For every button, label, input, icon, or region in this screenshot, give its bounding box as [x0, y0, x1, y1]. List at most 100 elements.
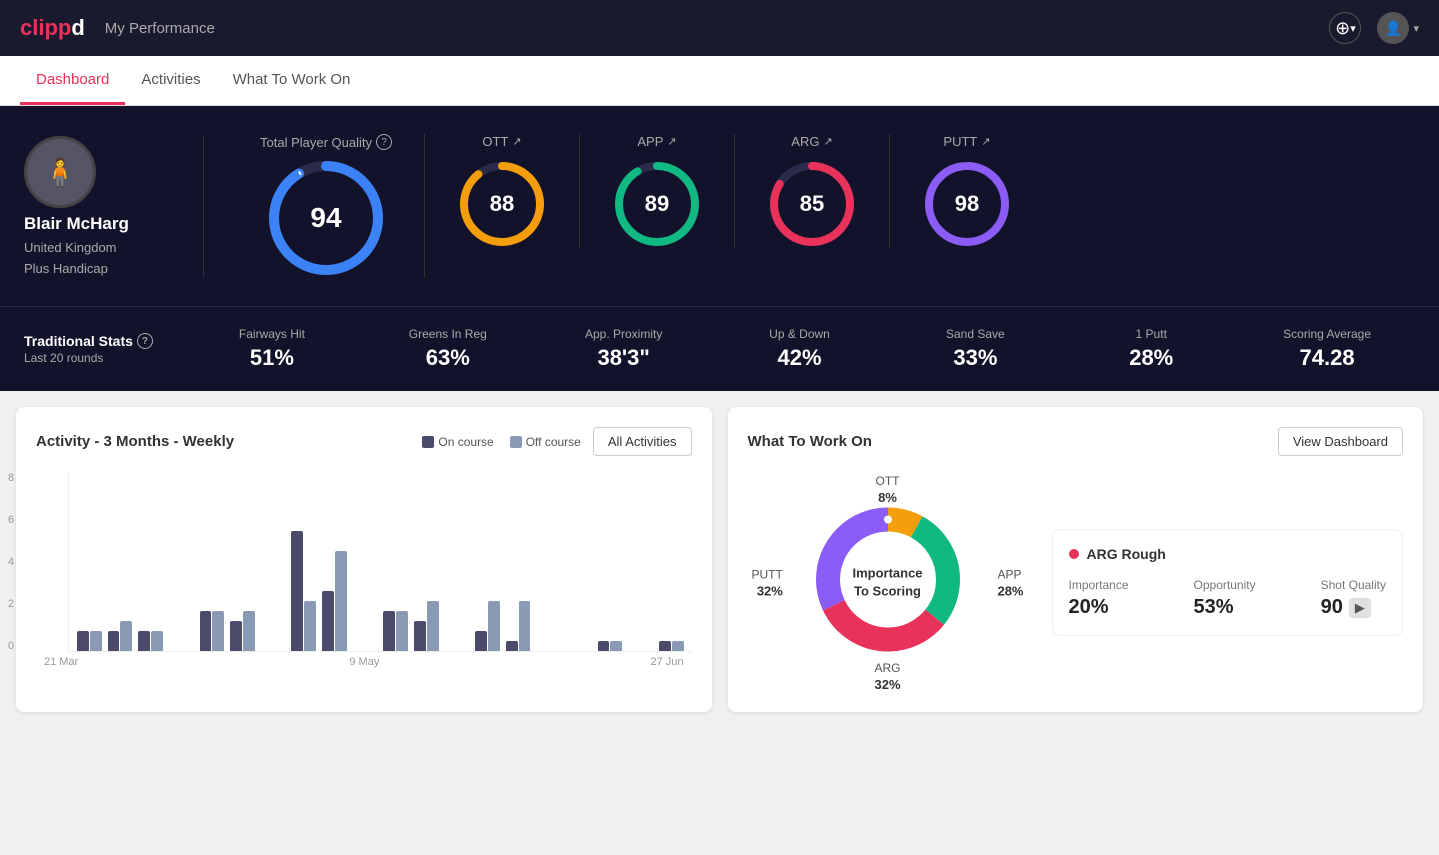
shot-quality-badge: ▶ — [1349, 598, 1371, 618]
legend-dot-off — [510, 436, 522, 448]
activity-chart-title: Activity - 3 Months - Weekly — [36, 433, 234, 450]
bar-on-course — [291, 531, 303, 651]
arg-label: ARG ↗ — [791, 134, 832, 149]
stat-oneputt: 1 Putt 28% — [1063, 327, 1239, 371]
bar-on-course — [108, 631, 120, 651]
bar-on-course — [475, 631, 487, 651]
bar-off-course — [212, 611, 224, 651]
score-arg: ARG ↗ 85 — [735, 134, 890, 249]
bar-group — [659, 641, 684, 651]
legend-on-course: On course — [422, 435, 493, 449]
bar-group — [322, 551, 347, 651]
work-card-header: What To Work On View Dashboard — [748, 427, 1404, 456]
label-putt: PUTT 32% — [752, 566, 783, 599]
arg-metric-shotquality: Shot Quality 90 ▶ — [1321, 578, 1386, 619]
bar-on-course — [230, 621, 242, 651]
traditional-stats: Traditional Stats ? Last 20 rounds Fairw… — [0, 306, 1439, 391]
bar-off-course — [488, 601, 500, 651]
avatar-chevron: ▾ — [1413, 22, 1419, 35]
bar-off-course — [427, 601, 439, 651]
bar-off-course — [672, 641, 684, 651]
bar-group — [138, 631, 163, 651]
bar-group — [200, 611, 225, 651]
score-app: APP ↗ 89 — [580, 134, 735, 249]
donut-svg-container: ImportanceTo Scoring — [808, 500, 968, 665]
putt-arrow-icon: ↗ — [981, 135, 990, 148]
ring-value-total: 94 — [310, 202, 341, 234]
stat-scoring: Scoring Average 74.28 — [1239, 327, 1415, 371]
stat-greens: Greens In Reg 63% — [360, 327, 536, 371]
bar-group — [230, 611, 255, 651]
donut-section: OTT 8% APP 28% ARG 32% PUTT — [748, 472, 1404, 692]
all-activities-button[interactable]: All Activities — [593, 427, 692, 456]
plus-icon: ⊕ — [1335, 18, 1350, 39]
trad-stats-subtitle: Last 20 rounds — [24, 351, 184, 365]
ott-label: OTT ↗ — [482, 134, 521, 149]
logo: clippd — [20, 15, 85, 41]
work-card-title: What To Work On — [748, 433, 872, 450]
arg-metric-importance: Importance 20% — [1069, 578, 1129, 619]
bar-on-course — [322, 591, 334, 651]
app-label: APP ↗ — [637, 134, 676, 149]
add-button[interactable]: ⊕ ▾ — [1329, 12, 1361, 44]
bar-group — [291, 531, 316, 651]
bar-on-course — [659, 641, 671, 651]
player-country: United Kingdom — [24, 240, 117, 255]
y-axis: 8 6 4 2 0 — [8, 472, 14, 652]
bar-off-course — [396, 611, 408, 651]
trad-stats-label: Traditional Stats ? Last 20 rounds — [24, 333, 184, 365]
hero-top: 🧍 Blair McHarg United Kingdom Plus Handi… — [24, 134, 1415, 278]
activity-card-controls: On course Off course All Activities — [422, 427, 691, 456]
stat-proximity: App. Proximity 38'3" — [536, 327, 712, 371]
bar-off-course — [304, 601, 316, 651]
donut-with-labels: OTT 8% APP 28% ARG 32% PUTT — [748, 472, 1028, 692]
arg-detail-card: ARG Rough Importance 20% Opportunity 53%… — [1052, 529, 1404, 636]
bar-group — [77, 631, 102, 651]
ring-value-putt: 98 — [955, 191, 979, 217]
chevron-down-icon: ▾ — [1350, 22, 1356, 35]
score-total: Total Player Quality ? 94 — [228, 134, 425, 278]
donut-wrapper: OTT 8% APP 28% ARG 32% PUTT — [748, 472, 1028, 692]
tab-dashboard[interactable]: Dashboard — [20, 56, 125, 105]
ott-arrow-icon: ↗ — [512, 135, 521, 148]
logo-text: clippd — [20, 15, 85, 41]
activity-card-header: Activity - 3 Months - Weekly On course O… — [36, 427, 692, 456]
trad-stats-title: Traditional Stats ? — [24, 333, 184, 349]
player-name: Blair McHarg — [24, 214, 129, 234]
ring-total: 94 — [266, 158, 386, 278]
legend-off-course: Off course — [510, 435, 581, 449]
scores-container: Total Player Quality ? 94 OTT ↗ — [228, 134, 1415, 278]
donut-center-label: ImportanceTo Scoring — [852, 564, 922, 600]
tab-activities[interactable]: Activities — [125, 56, 216, 105]
work-card: What To Work On View Dashboard OTT 8% AP… — [728, 407, 1424, 712]
header-left: clippd My Performance — [20, 15, 215, 41]
player-handicap: Plus Handicap — [24, 261, 108, 276]
arg-detail-title: ARG Rough — [1069, 546, 1387, 562]
bar-on-course — [414, 621, 426, 651]
avatar-button[interactable]: 👤 ▾ — [1377, 12, 1419, 44]
info-icon-trad[interactable]: ? — [137, 333, 153, 349]
view-dashboard-button[interactable]: View Dashboard — [1278, 427, 1403, 456]
avatar: 👤 — [1377, 12, 1409, 44]
bar-on-course — [138, 631, 150, 651]
bar-group — [108, 621, 133, 651]
ring-ott: 88 — [457, 159, 547, 249]
ring-value-ott: 88 — [490, 191, 514, 217]
total-quality-label: Total Player Quality ? — [260, 134, 392, 150]
bar-off-course — [519, 601, 531, 651]
info-icon-total[interactable]: ? — [376, 134, 392, 150]
bar-group — [506, 601, 531, 651]
stat-updown: Up & Down 42% — [712, 327, 888, 371]
x-axis: 21 Mar 9 May 27 Jun — [36, 652, 692, 668]
putt-label: PUTT ↗ — [943, 134, 990, 149]
activity-card: Activity - 3 Months - Weekly On course O… — [16, 407, 712, 712]
score-ott: OTT ↗ 88 — [425, 134, 580, 249]
hero-section: 🧍 Blair McHarg United Kingdom Plus Handi… — [0, 106, 1439, 306]
ring-putt: 98 — [922, 159, 1012, 249]
tab-what-to-work-on[interactable]: What To Work On — [217, 56, 367, 105]
stat-sandsave: Sand Save 33% — [887, 327, 1063, 371]
bar-off-course — [335, 551, 347, 651]
ring-app: 89 — [612, 159, 702, 249]
arg-arrow-icon: ↗ — [823, 135, 832, 148]
score-putt: PUTT ↗ 98 — [890, 134, 1044, 249]
